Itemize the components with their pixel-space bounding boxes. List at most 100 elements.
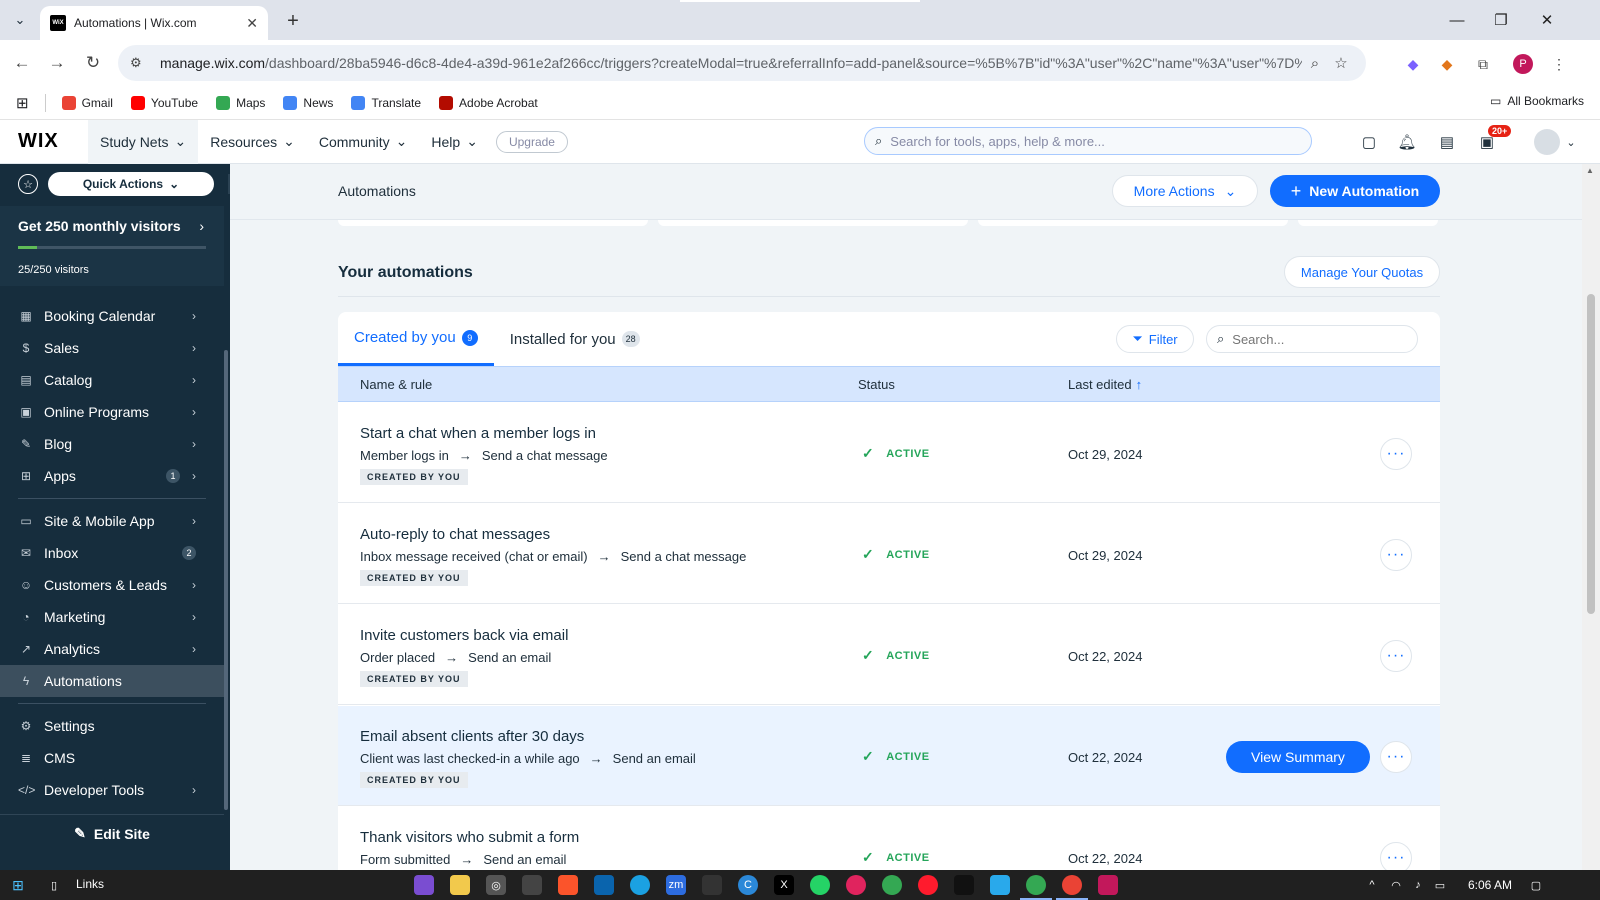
edit-site-button[interactable]: ✎ Edit Site [0,814,224,852]
more-options-icon[interactable]: ··· [1380,741,1412,773]
app-icon[interactable] [1098,875,1118,895]
forward-button[interactable]: → [44,50,70,76]
more-options-icon[interactable]: ··· [1380,640,1412,672]
more-options-icon[interactable]: ··· [1380,539,1412,571]
more-options-icon[interactable]: ··· [1380,842,1412,870]
chrome-icon[interactable] [882,875,902,895]
minimize-window-button[interactable]: — [1434,0,1480,40]
quick-actions-button[interactable]: Quick Actions ⌄ [48,172,214,196]
apps-grid-icon[interactable]: ⊞ [16,94,29,112]
volume-icon[interactable]: ♪ [1408,875,1428,895]
sidebar-item-developer-tools[interactable]: </> Developer Tools › [0,774,224,806]
bookmark-youtube[interactable]: YouTube [130,95,198,110]
battery-icon[interactable]: ▭ [1430,875,1450,895]
bookmark-adobe-acrobat[interactable]: Adobe Acrobat [439,95,538,110]
back-button[interactable]: ← [9,50,35,76]
wix-search-input[interactable]: ⌕ Search for tools, apps, help & more... [864,127,1312,155]
opera-icon[interactable] [918,875,938,895]
more-options-icon[interactable]: ··· [1380,438,1412,470]
app-icon[interactable] [702,875,722,895]
telegram-icon[interactable] [990,875,1010,895]
sidebar-item-online-programs[interactable]: ▣ Online Programs › [0,396,224,428]
restore-window-button[interactable]: ❐ [1478,0,1524,40]
bookmark-gmail[interactable]: Gmail [61,95,113,110]
template-card[interactable] [658,220,968,226]
copilot-icon[interactable] [414,875,434,895]
tab-close-icon[interactable]: ✕ [246,15,258,32]
app-icon[interactable] [954,875,974,895]
taskbar-links[interactable]: Links [76,877,104,891]
chat-icon[interactable]: ▢ [1358,131,1380,153]
automations-search-input[interactable] [1232,331,1393,347]
extension-icon[interactable]: ◆ [1402,53,1424,75]
table-row[interactable]: Start a chat when a member logs in Member… [338,403,1440,503]
nav-help[interactable]: Help ⌄ [419,120,490,164]
reload-button[interactable]: ↻ [80,50,106,76]
nav-community[interactable]: Community ⌄ [307,120,420,164]
scroll-up-icon[interactable]: ▲ [1586,166,1594,175]
more-actions-button[interactable]: More Actions ⌄ [1112,175,1258,207]
site-info-icon[interactable]: ⚙ [130,55,150,71]
table-row[interactable]: Auto-reply to chat messages Inbox message… [338,504,1440,604]
zoom-app-icon[interactable]: zm [666,875,686,895]
browser-menu-icon[interactable]: ⋮ [1548,53,1570,75]
x-app-icon[interactable]: X [774,875,794,895]
address-bar[interactable]: ⚙ manage.wix.com/dashboard/28ba5946-d6c8… [118,45,1366,81]
sidebar-item-customers-leads[interactable]: ☺ Customers & Leads › [0,569,224,601]
sidebar-item-catalog[interactable]: ▤ Catalog › [0,364,224,396]
globe-app-icon[interactable]: ◎ [486,875,506,895]
sidebar-scrollbar[interactable] [224,350,228,810]
view-summary-button[interactable]: View Summary [1226,741,1370,773]
zoom-icon[interactable]: ⌕ [1302,55,1328,72]
sidebar-item-settings[interactable]: ⚙ Settings [0,710,224,742]
sidebar-item-cms[interactable]: ≣ CMS [0,742,224,774]
tab-installed-for-you[interactable]: Installed for you 28 [494,312,656,366]
scrollbar-thumb[interactable] [1587,294,1595,614]
outlook-icon[interactable] [594,875,614,895]
brave-icon[interactable] [558,875,578,895]
newsfeed-icon[interactable]: ▤ [1436,131,1458,153]
extensions-puzzle-icon[interactable]: ⧉ [1472,53,1494,75]
visitors-goal-card[interactable]: Get 250 monthly visitors › 25/250 visito… [0,206,224,286]
sidebar-item-apps[interactable]: ⊞ Apps 1 › [0,460,224,492]
column-last-edited[interactable]: Last edited ↑ [1068,377,1142,392]
whatsapp-icon[interactable] [810,875,830,895]
tab-search-button[interactable]: ⌄ [8,8,32,32]
sidebar-item-inbox[interactable]: ✉ Inbox 2 [0,537,224,569]
metamask-extension-icon[interactable]: ◆ [1436,53,1458,75]
notifications-icon[interactable]: ▢ [1526,875,1546,895]
wifi-icon[interactable]: ◠ [1386,875,1406,895]
updates-icon[interactable]: ▣ 20+ [1476,125,1512,153]
close-window-button[interactable]: ✕ [1524,0,1570,40]
url-text[interactable]: manage.wix.com/dashboard/28ba5946-d6c8-4… [160,55,1302,71]
account-chevron-icon[interactable]: ⌄ [1560,131,1582,153]
profile-button[interactable]: P [1512,53,1534,75]
manage-quotas-button[interactable]: Manage Your Quotas [1284,256,1440,288]
app-c-icon[interactable]: C [738,875,758,895]
windows-start-icon[interactable]: ⊞ [8,875,28,895]
chrome-icon[interactable] [1026,875,1046,895]
upgrade-button[interactable]: Upgrade [495,130,568,153]
filter-button[interactable]: ⏷ Filter [1116,325,1194,353]
sidebar-item-analytics[interactable]: ↗ Analytics › [0,633,224,665]
bookmark-translate[interactable]: Translate [351,95,421,110]
edge-icon[interactable] [630,875,650,895]
chrome-profile-icon[interactable] [1062,875,1082,895]
automations-search[interactable]: ⌕ [1206,325,1418,353]
wix-logo[interactable]: WIX [18,130,88,153]
file-explorer-icon[interactable] [450,875,470,895]
table-row[interactable]: Thank visitors who submit a form Form sub… [338,807,1440,870]
store-icon[interactable] [522,875,542,895]
media-player-icon[interactable] [846,875,866,895]
new-tab-button[interactable]: + [280,8,306,34]
nav-resources[interactable]: Resources ⌄ [198,120,307,164]
task-view-icon[interactable]: ▯ [44,875,64,895]
bookmark-maps[interactable]: Maps [216,95,265,110]
all-bookmarks-button[interactable]: ▭ All Bookmarks [1490,94,1584,108]
sidebar-item-automations[interactable]: ϟ Automations [0,665,224,697]
sidebar-item-booking-calendar[interactable]: ▦ Booking Calendar › [0,300,224,332]
sidebar-item-site-mobile-app[interactable]: ▭ Site & Mobile App › [0,505,224,537]
tray-chevron-icon[interactable]: ^ [1362,875,1382,895]
sidebar-item-sales[interactable]: $ Sales › [0,332,224,364]
star-icon[interactable]: ☆ [18,174,38,194]
